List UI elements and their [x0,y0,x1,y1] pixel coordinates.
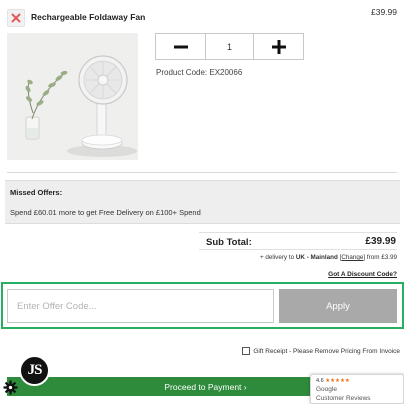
product-name: Rechargeable Foldaway Fan [31,12,146,22]
offer-code-input[interactable] [7,289,274,323]
gift-receipt-option[interactable]: Gift Receipt - Please Remove Pricing Fro… [242,347,400,355]
quantity-value[interactable]: 1 [206,34,253,59]
remove-item-button[interactable] [7,9,25,27]
decrease-quantity-button[interactable] [156,34,206,59]
gift-receipt-checkbox[interactable] [242,347,251,355]
divider [7,172,397,173]
delivery-region: UK - Mainland [295,254,338,261]
divider [199,232,397,233]
chat-widget-button[interactable]: JS [19,355,50,386]
plus-icon [271,39,286,54]
star-rating-icon: ★★★★★ [325,378,350,384]
review-brand: Google [316,386,337,393]
missed-offers-title: Missed Offers: [10,188,63,197]
missed-offers-panel: Missed Offers: Spend £60.01 more to get … [5,180,400,224]
delivery-price: from £3.99 [366,254,397,261]
product-image [7,33,138,160]
gear-icon[interactable] [3,380,18,395]
change-delivery-link[interactable]: Change [341,254,363,261]
subtotal-label: Sub Total: [206,237,252,248]
missed-offers-text: Spend £60.01 more to get Free Delivery o… [10,208,201,217]
chat-widget-logo: JS [27,362,43,378]
delivery-info: + delivery to UK - Mainland [Change] fro… [259,254,397,261]
close-icon [11,13,21,23]
divider [199,249,397,250]
review-subtitle: Customer Reviews [316,395,371,402]
review-score: 4.6 [316,378,324,384]
minus-icon [173,45,188,48]
delivery-prefix: + delivery to [259,254,295,261]
subtotal-value: £39.99 [365,236,396,247]
product-price: £39.99 [371,7,397,17]
apply-offer-button[interactable]: Apply [279,289,397,323]
discount-code-link[interactable]: Got A Discount Code? [328,271,397,278]
gift-receipt-label: Gift Receipt - Please Remove Pricing Fro… [253,347,400,355]
increase-quantity-button[interactable] [253,34,303,59]
google-reviews-badge[interactable]: 4.6 ★★★★★ Google Customer Reviews [310,374,404,404]
quantity-stepper[interactable]: 1 [155,33,304,60]
review-rating: 4.6 ★★★★★ [316,378,350,384]
product-code: Product Code: EX20066 [156,68,243,77]
